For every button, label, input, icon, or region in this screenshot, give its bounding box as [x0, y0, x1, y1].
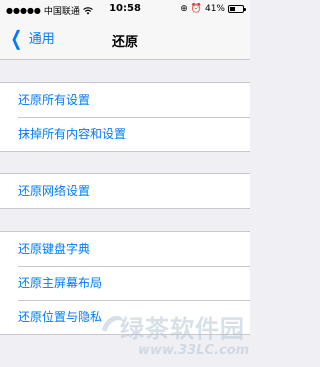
reset-group-3: 还原键盘字典 还原主屏幕布局 还原位置与隐私	[0, 231, 250, 335]
rotation-lock-icon: ⊕	[180, 4, 188, 14]
battery-percent: 41%	[204, 4, 225, 14]
watermark-url: www.33LC.com	[138, 343, 250, 358]
alarm-icon: ⏰	[190, 4, 202, 14]
battery-fill	[230, 7, 235, 11]
battery-icon	[228, 5, 246, 13]
status-bar: ●●●●● 中国联通 10:58 ⊕ ⏰ 41%	[0, 0, 250, 20]
reset-group-1: 还原所有设置 抹掉所有内容和设置	[0, 82, 250, 152]
reset-group-2: 还原网络设置	[0, 173, 250, 209]
reset-location-privacy-cell[interactable]: 还原位置与隐私	[0, 300, 250, 334]
reset-all-settings-cell[interactable]: 还原所有设置	[0, 83, 250, 117]
reset-keyboard-dictionary-cell[interactable]: 还原键盘字典	[0, 232, 250, 266]
status-right: ⊕ ⏰ 41%	[180, 4, 246, 14]
reset-home-screen-layout-cell[interactable]: 还原主屏幕布局	[0, 266, 250, 300]
reset-network-settings-cell[interactable]: 还原网络设置	[0, 174, 250, 208]
navigation-bar: ❮ 通用 还原	[0, 20, 250, 60]
erase-all-content-cell[interactable]: 抹掉所有内容和设置	[0, 117, 250, 151]
page-title: 还原	[111, 35, 138, 50]
